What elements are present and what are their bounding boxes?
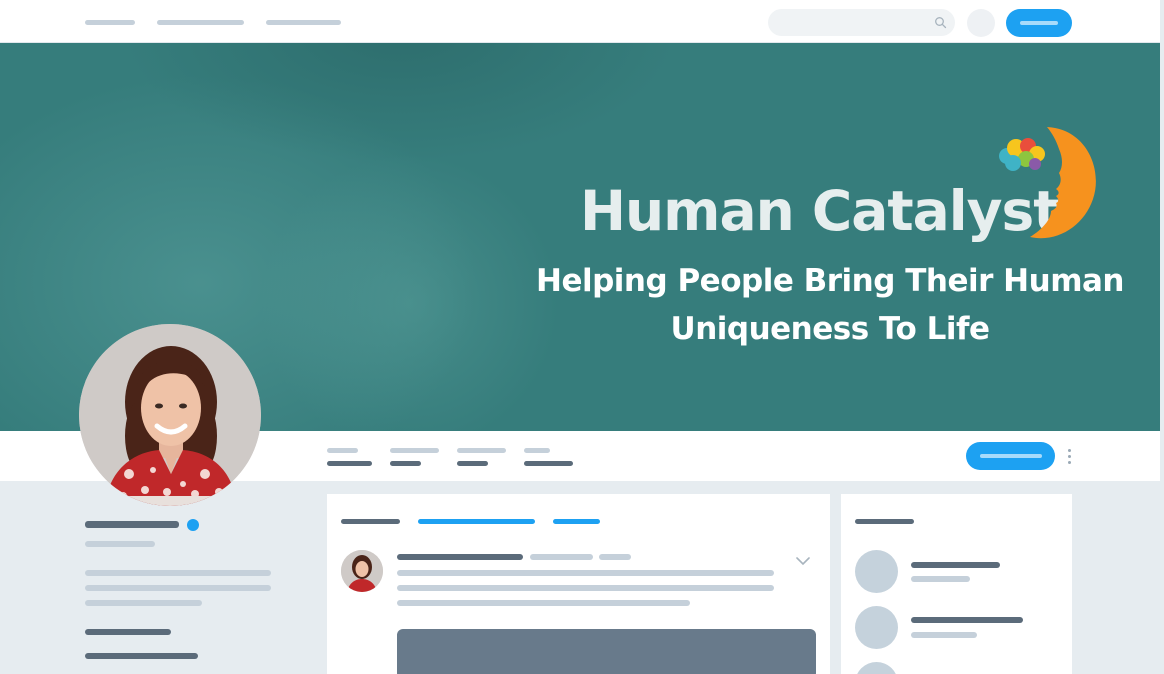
suggested-user-handle	[911, 576, 970, 582]
tagline-line-1: Helping People Bring Their Human	[536, 263, 1125, 299]
profile-handle	[85, 541, 155, 547]
compose-button-label	[1020, 21, 1058, 25]
suggested-user-name[interactable]	[911, 617, 1023, 623]
tagline-line-2: Uniqueness To Life	[670, 311, 990, 347]
tab-media[interactable]	[553, 519, 600, 524]
nav-link-home[interactable]	[85, 20, 135, 25]
tweet-avatar[interactable]	[341, 550, 383, 592]
tweet-timestamp[interactable]	[599, 554, 631, 560]
suggested-user-avatar[interactable]	[855, 606, 898, 649]
profile-display-name	[85, 521, 179, 528]
who-to-follow-heading	[855, 519, 914, 524]
profile-location	[85, 629, 171, 635]
nav-link-notifications[interactable]	[157, 20, 244, 25]
search-input[interactable]	[768, 9, 955, 36]
tab-tweets-and-replies[interactable]	[418, 519, 535, 524]
bio-line	[85, 570, 271, 576]
profile-photo-image	[79, 324, 261, 506]
top-nav-bar	[0, 0, 1160, 43]
follow-button[interactable]	[966, 442, 1055, 470]
tweet-media-image[interactable]	[397, 629, 816, 674]
profile-page: Human Catalyst Helping People Bring Thei…	[0, 0, 1164, 674]
follow-button-label	[980, 454, 1042, 458]
nav-link-messages[interactable]	[266, 20, 341, 25]
banner-tagline: Helping People Bring Their Human Uniquen…	[520, 257, 1140, 353]
profile-photo[interactable]	[79, 324, 261, 506]
chevron-down-icon[interactable]	[796, 556, 810, 566]
human-catalyst-logo	[999, 127, 1096, 239]
search-icon	[935, 17, 947, 29]
tweet-text-line	[397, 600, 690, 606]
tweet-author-handle	[530, 554, 593, 560]
more-vertical-icon[interactable]	[1068, 449, 1072, 465]
bio-line	[85, 585, 271, 591]
suggested-user-avatar[interactable]	[855, 550, 898, 593]
tweet-author-name[interactable]	[397, 554, 523, 560]
bio-line	[85, 600, 202, 606]
tab-tweets[interactable]	[341, 519, 400, 524]
tweet-text-line	[397, 585, 774, 591]
profile-website-link[interactable]	[85, 653, 198, 659]
tweet-avatar-image	[341, 550, 383, 592]
suggested-user-name[interactable]	[911, 562, 1000, 568]
compose-button[interactable]	[1006, 9, 1072, 37]
suggested-user-handle	[911, 632, 977, 638]
account-avatar[interactable]	[967, 9, 995, 37]
tweet-text-line	[397, 570, 774, 576]
verified-badge-icon	[187, 519, 199, 531]
